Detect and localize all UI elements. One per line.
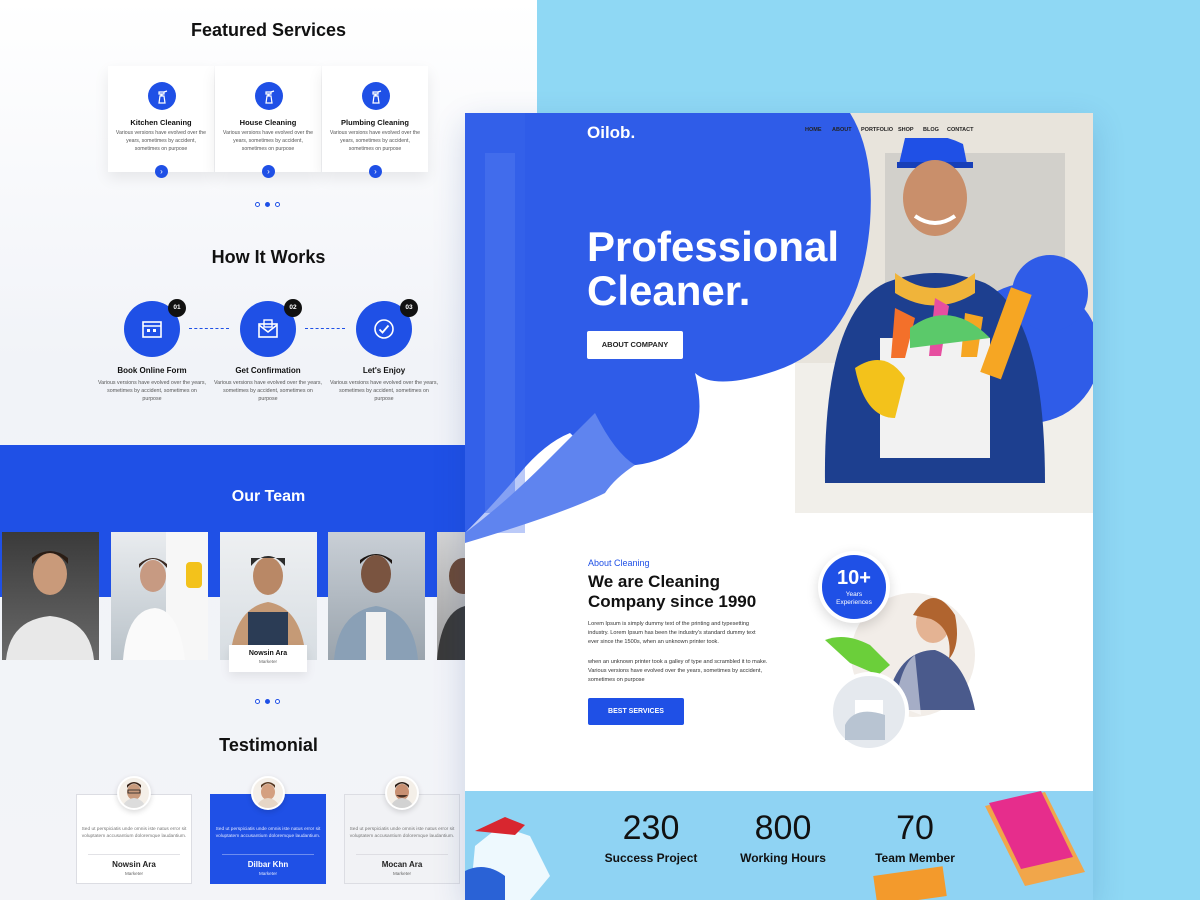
- pagination-dot[interactable]: [275, 699, 280, 704]
- step-text: Various versions have evolved over the y…: [98, 380, 206, 402]
- nav-portfolio[interactable]: PORTFOLIO: [861, 127, 893, 133]
- nav-contact[interactable]: CONTACT: [947, 127, 973, 133]
- nav-blog[interactable]: BLOG: [923, 127, 939, 133]
- spray-bottle-icon: [148, 82, 176, 110]
- team-member-name: Nowsin Ara: [248, 650, 288, 657]
- avatar: [117, 776, 151, 810]
- stats-band: 230 Success Project 800 Working Hours 70…: [465, 791, 1093, 900]
- stat-number: 70: [896, 809, 934, 847]
- nav-shop[interactable]: SHOP: [898, 127, 914, 133]
- step-text: Various versions have evolved over the y…: [330, 380, 438, 402]
- hero-title: Professional Cleaner.: [587, 225, 839, 313]
- step-text: Various versions have evolved over the y…: [214, 380, 322, 402]
- testimonial-text: Sed ut perspiciatis unde omnis iste natu…: [215, 827, 321, 840]
- testimonial-role: Marketer: [258, 871, 278, 876]
- step-circle-2: 02: [240, 299, 302, 357]
- step-name: Let's Enjoy: [362, 366, 406, 375]
- about-paragraph: Lorem Ipsum is simply dummy text of the …: [588, 621, 756, 646]
- experience-badge: 10+ Years Experiences: [818, 551, 890, 623]
- pagination-dot-active[interactable]: [265, 202, 270, 207]
- team-member-role: Marketer: [258, 659, 278, 664]
- stat-number: 230: [622, 809, 680, 847]
- divider: [88, 854, 180, 855]
- about-paragraph: when an unknown printer took a galley of…: [588, 659, 768, 684]
- about-title: We are Cleaning Company since 1990: [588, 572, 757, 611]
- team-photo[interactable]: [220, 532, 317, 660]
- team-pagination: [255, 699, 280, 704]
- service-card-plumbing[interactable]: Plumbing Cleaning Various versions have …: [322, 66, 428, 178]
- avatar: [385, 776, 419, 810]
- spray-bottle-icon: [255, 82, 283, 110]
- step-circle-1: 01: [124, 299, 186, 357]
- chevron-right-icon[interactable]: ›: [262, 165, 275, 178]
- homepage-mockup: Oilob. HOME ABOUT PORTFOLIO SHOP BLOG CO…: [465, 113, 1093, 900]
- pagination-dot-active[interactable]: [265, 699, 270, 704]
- testimonial-name: Mocan Ara: [381, 860, 423, 869]
- services-pagination: [255, 202, 280, 207]
- step-number: 02: [284, 299, 302, 317]
- envelope-icon: [258, 319, 278, 338]
- spray-bottle-icon: [362, 82, 390, 110]
- service-text: Various versions have evolved over the y…: [329, 130, 421, 152]
- best-services-button[interactable]: BEST SERVICES: [588, 698, 684, 725]
- chevron-right-icon[interactable]: ›: [369, 165, 382, 178]
- service-name: House Cleaning: [239, 118, 297, 127]
- hero-title-line: Cleaner.: [587, 267, 751, 314]
- testimonial-title: Testimonial: [219, 735, 318, 755]
- testimonial-text: Sed ut perspiciatis unde omnis iste natu…: [349, 827, 455, 840]
- pagination-dot[interactable]: [275, 202, 280, 207]
- team-photo[interactable]: [328, 532, 425, 660]
- badge-text: Years Experiences: [836, 591, 872, 606]
- team-member-caption: Nowsin Ara Marketer: [229, 645, 307, 672]
- stat-number: 800: [754, 809, 812, 847]
- testimonial-role: Marketer: [392, 871, 412, 876]
- calendar-icon: [142, 321, 162, 338]
- step-name: Book Online Form: [117, 366, 187, 375]
- check-icon: [374, 319, 394, 339]
- service-name: Kitchen Cleaning: [130, 118, 192, 127]
- testimonial-name: Dilbar Khn: [247, 860, 289, 869]
- service-text: Various versions have evolved over the y…: [222, 130, 314, 152]
- service-text: Various versions have evolved over the y…: [115, 130, 207, 152]
- step-number: 03: [400, 299, 418, 317]
- stat-label: Team Member: [875, 851, 955, 865]
- step-circle-3: 03: [356, 299, 418, 357]
- stat-label: Success Project: [604, 851, 698, 865]
- how-it-works-title: How It Works: [211, 247, 326, 267]
- nav-home[interactable]: HOME: [805, 127, 822, 133]
- avatar: [251, 776, 285, 810]
- pagination-dot[interactable]: [255, 699, 260, 704]
- divider: [222, 854, 314, 855]
- hero-title-line: Professional: [587, 223, 840, 270]
- step-connector: [305, 328, 345, 329]
- site-logo[interactable]: Oilob.: [587, 123, 635, 143]
- step-number: 01: [168, 299, 186, 317]
- service-name: Plumbing Cleaning: [341, 118, 409, 127]
- divider: [356, 854, 448, 855]
- team-photo-partial[interactable]: [437, 532, 465, 660]
- service-card-house[interactable]: House Cleaning Various versions have evo…: [215, 66, 321, 178]
- step-connector: [189, 328, 229, 329]
- our-team-title: Our Team: [231, 488, 306, 505]
- team-photo[interactable]: [111, 532, 208, 660]
- featured-services-title: Featured Services: [190, 20, 347, 40]
- testimonial-text: Sed ut perspiciatis unde omnis iste natu…: [81, 827, 187, 840]
- testimonial-name: Nowsin Ara: [112, 860, 156, 869]
- team-photo[interactable]: [2, 532, 99, 660]
- service-card-kitchen[interactable]: Kitchen Cleaning Various versions have e…: [108, 66, 214, 178]
- nav-about[interactable]: ABOUT: [832, 127, 852, 133]
- stat-label: Working Hours: [740, 851, 826, 865]
- cleaner-photo: [824, 138, 1045, 483]
- badge-number: 10+: [837, 567, 871, 589]
- pagination-dot[interactable]: [255, 202, 260, 207]
- about-kicker: About Cleaning: [588, 558, 650, 568]
- testimonial-role: Marketer: [124, 871, 144, 876]
- chevron-right-icon[interactable]: ›: [155, 165, 168, 178]
- step-name: Get Confirmation: [235, 366, 301, 375]
- about-company-button[interactable]: ABOUT COMPANY: [587, 331, 683, 359]
- left-panel: Featured Services Kitchen Cleaning Vario…: [0, 0, 537, 900]
